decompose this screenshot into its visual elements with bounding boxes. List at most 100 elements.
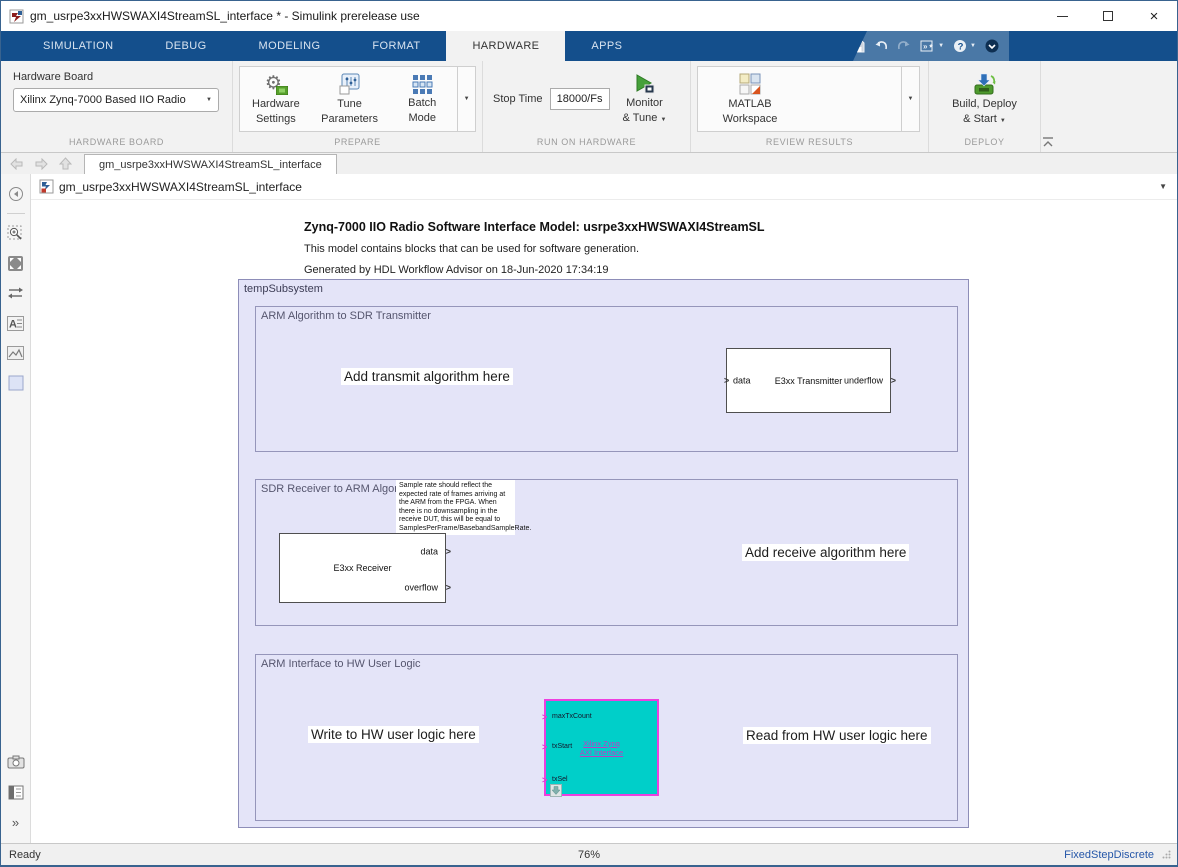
tab-simulation[interactable]: SIMULATION (17, 31, 139, 61)
stop-time-label: Stop Time (493, 93, 543, 105)
chevron-down-icon: ▼ (660, 117, 666, 123)
back-icon[interactable] (9, 158, 24, 170)
breadcrumb-model-name[interactable]: gm_usrpe3xxHWSWAXI4StreamSL_interface (59, 180, 302, 194)
workspace-grid-icon (738, 72, 762, 96)
matlab-workspace-label-1: MATLAB (728, 98, 771, 111)
input-port-icon[interactable]: > (542, 713, 547, 722)
fit-view-icon[interactable] (6, 254, 26, 272)
hardware-settings-button[interactable]: ⚙ Hardware Settings (240, 67, 312, 131)
port-label-maxtxcount: maxTxCount (552, 713, 592, 720)
tab-debug[interactable]: DEBUG (139, 31, 232, 61)
play-monitor-icon (632, 73, 656, 95)
chevron-down-icon: ▼ (206, 97, 212, 103)
breadcrumb-dropdown-icon[interactable]: ▼ (1159, 182, 1167, 191)
viewport-icon[interactable] (6, 374, 26, 392)
block-xilinx-zynq-axi-interface[interactable]: > maxTxCount > txStart > txSel Xilinx Zy… (544, 699, 659, 796)
annotation-add-receive[interactable]: Add receive algorithm here (742, 544, 909, 561)
batch-mode-button[interactable]: Batch Mode (387, 67, 457, 131)
customize-icon[interactable]: » ▼ (920, 40, 944, 53)
chevron-down-icon: ▼ (908, 96, 914, 102)
tab-format[interactable]: FORMAT (346, 31, 446, 61)
temp-subsystem-label: tempSubsystem (239, 280, 968, 295)
tab-apps[interactable]: APPS (565, 31, 648, 61)
group-prepare: ⚙ Hardware Settings Tune Parameters (233, 61, 483, 152)
build-deploy-start-button[interactable]: Build, Deploy & Start ▼ (946, 70, 1023, 127)
section-label-hardware-board: HARDWARE BOARD (1, 137, 232, 152)
annotation-icon[interactable]: A (6, 314, 26, 332)
annotation-write-hw[interactable]: Write to HW user logic here (308, 726, 479, 743)
image-icon[interactable] (6, 344, 26, 362)
help-caret-icon: ▼ (970, 43, 976, 49)
build-deploy-label-1: Build, Deploy (952, 98, 1017, 111)
annotation-read-hw[interactable]: Read from HW user logic here (743, 727, 931, 744)
undo-icon[interactable] (874, 40, 888, 52)
signal-icon[interactable] (6, 284, 26, 302)
account-icon[interactable] (985, 39, 999, 53)
close-icon[interactable]: × (1131, 1, 1177, 31)
output-port-icon[interactable]: > (446, 547, 451, 556)
hardware-board-value: Xilinx Zynq-7000 Based IIO Radio (20, 94, 186, 106)
zoom-region-icon[interactable] (6, 224, 26, 242)
forward-icon[interactable] (34, 158, 49, 170)
group-run-on-hardware: Stop Time Monitor & Tune ▼ RUN ON HARDWA… (483, 61, 691, 152)
model-canvas[interactable]: Zynq-7000 IIO Radio Software Interface M… (31, 200, 1177, 843)
document-tabbar: gm_usrpe3xxHWSWAXI4StreamSL_interface (1, 153, 1177, 174)
sample-rate-note[interactable]: Sample rate should reflect the expected … (396, 480, 515, 535)
output-port-icon[interactable]: > (446, 584, 451, 593)
maximize-icon[interactable] (1085, 1, 1131, 31)
port-label-data: data (420, 547, 438, 556)
monitor-tune-button[interactable]: Monitor & Tune ▼ (617, 71, 673, 126)
ribbon-tabbar: SIMULATION DEBUG MODELING FORMAT HARDWAR… (1, 31, 1177, 61)
svg-text:?: ? (958, 41, 964, 52)
main-area: A » gm_usrpe (1, 174, 1177, 843)
breadcrumb: gm_usrpe3xxHWSWAXI4StreamSL_interface ▼ (31, 174, 1177, 200)
matlab-workspace-label-2: Workspace (723, 113, 778, 126)
minimize-icon[interactable] (1039, 1, 1085, 31)
tab-hardware[interactable]: HARDWARE (446, 31, 565, 61)
model-tab[interactable]: gm_usrpe3xxHWSWAXI4StreamSL_interface (84, 154, 337, 174)
chevron-down-icon: ▼ (464, 96, 470, 102)
camera-icon[interactable] (6, 753, 26, 771)
hardware-board-select[interactable]: Xilinx Zynq-7000 Based IIO Radio ▼ (13, 88, 219, 112)
customize-caret-icon: ▼ (938, 43, 944, 49)
block-e3xx-receiver[interactable]: E3xx Receiver data > overflow > (279, 533, 446, 603)
tab-modeling[interactable]: MODELING (233, 31, 347, 61)
port-label-txsel: txSel (552, 776, 568, 783)
collapse-ribbon-icon[interactable] (1041, 136, 1055, 148)
redo-icon[interactable] (897, 40, 911, 52)
model-browser-icon[interactable] (6, 783, 26, 801)
review-results-dropdown[interactable]: ▼ (901, 67, 919, 131)
batch-grid-icon (411, 73, 433, 95)
hardware-settings-label-2: Settings (256, 113, 296, 126)
explorer-toggle-icon[interactable] (6, 185, 26, 203)
save-icon[interactable] (852, 40, 865, 53)
expand-palette-icon[interactable]: » (6, 813, 26, 831)
port-label-overflow: overflow (404, 584, 438, 593)
prepare-gallery-dropdown[interactable]: ▼ (457, 67, 475, 131)
matlab-workspace-button[interactable]: MATLAB Workspace (698, 67, 802, 131)
input-port-icon[interactable]: > (542, 776, 547, 785)
section-label-deploy: DEPLOY (929, 137, 1040, 152)
deploy-chip-icon (971, 72, 997, 96)
up-icon[interactable] (59, 157, 72, 170)
output-port-icon[interactable]: > (891, 376, 896, 385)
block-e3xx-transmitter[interactable]: > data E3xx Transmitter underflow > (726, 348, 891, 413)
tune-parameters-button[interactable]: Tune Parameters (312, 67, 388, 131)
annotation-add-transmit[interactable]: Add transmit algorithm here (341, 368, 513, 385)
model-generated-note: Generated by HDL Workflow Advisor on 18-… (304, 264, 609, 276)
block-name: E3xx Receiver (280, 563, 445, 573)
help-icon[interactable]: ? ▼ (953, 39, 976, 53)
tune-parameters-label-1: Tune (337, 98, 362, 111)
monitor-tune-label-1: Monitor (626, 97, 663, 110)
simulink-app-icon (9, 9, 24, 24)
monitor-tune-label-2: & Tune ▼ (623, 112, 667, 125)
section-2-label: SDR Receiver to ARM Algorithm (256, 480, 957, 495)
editor-column: gm_usrpe3xxHWSWAXI4StreamSL_interface ▼ … (31, 174, 1177, 843)
stop-time-input[interactable] (550, 88, 610, 110)
quick-access-toolbar: » ▼ ? ▼ (853, 31, 1009, 61)
left-palette: A » (1, 174, 31, 843)
statusbar: Ready 76% FixedStepDiscrete (1, 843, 1177, 865)
simulink-model-icon (39, 179, 54, 194)
variant-arrow-icon[interactable] (550, 784, 562, 797)
gear-chip-icon: ⚙ (264, 72, 288, 96)
